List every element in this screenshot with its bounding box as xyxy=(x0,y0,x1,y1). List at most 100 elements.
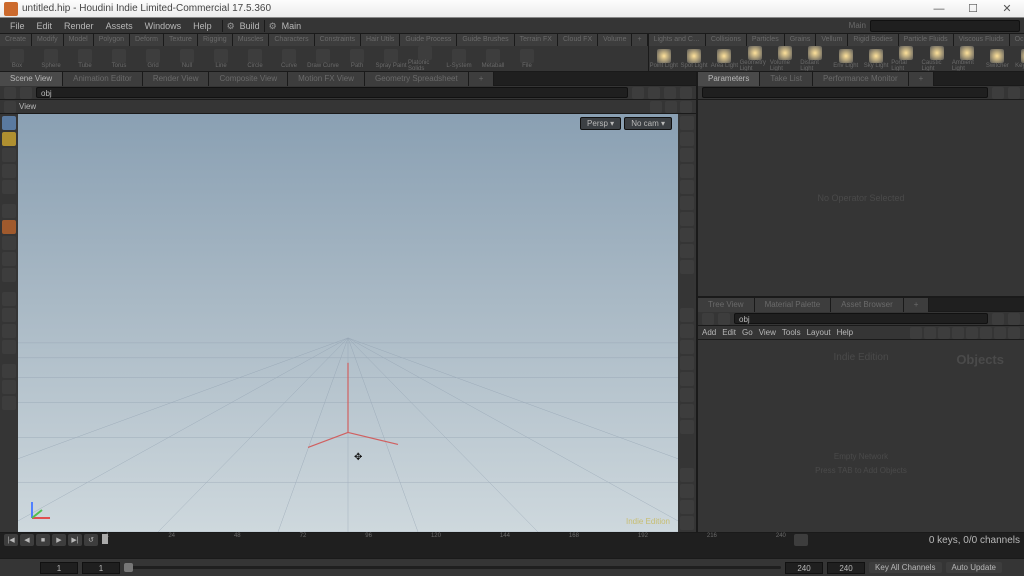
shelf-left-tab-12[interactable]: Guide Brushes xyxy=(457,34,514,46)
show-geo-button[interactable] xyxy=(680,388,694,402)
network-menu-icon[interactable] xyxy=(1008,313,1020,325)
net-tool-gear-icon[interactable] xyxy=(1008,327,1020,339)
lighting-button[interactable] xyxy=(680,148,694,162)
shelf-right-tab-8[interactable]: Oceans xyxy=(1010,34,1024,46)
view-back-icon[interactable] xyxy=(4,101,16,113)
scale-tool-button[interactable] xyxy=(2,180,16,194)
shelf-right-tab-4[interactable]: Vellum xyxy=(816,34,848,46)
shelf-tool-geometry-light[interactable]: Geometry Light xyxy=(740,46,770,71)
shelf-tool-ambient-light[interactable]: Ambient Light xyxy=(952,46,982,71)
background-button[interactable] xyxy=(680,484,694,498)
menu-help[interactable]: Help xyxy=(187,18,218,34)
shelf-tool-torus[interactable]: Torus xyxy=(102,46,136,71)
desktop-build-button[interactable]: Build xyxy=(227,21,260,31)
shelf-left-tab-5[interactable]: Texture xyxy=(164,34,198,46)
shelf-left-tab-0[interactable]: Create xyxy=(0,34,32,46)
snap-point-icon[interactable] xyxy=(650,101,662,113)
viewport[interactable]: Persp ▾ No cam ▾ ✥ Indie Edition xyxy=(18,114,678,532)
brush-tool-button[interactable] xyxy=(2,236,16,250)
shelf-left-tab-2[interactable]: Model xyxy=(64,34,94,46)
gamma-button[interactable] xyxy=(680,500,694,514)
play-stop-button[interactable]: ■ xyxy=(36,534,50,546)
key-all-channels-button[interactable]: Key All Channels xyxy=(869,562,941,573)
menu-edit[interactable]: Edit xyxy=(31,18,59,34)
param-tab-0[interactable]: Parameters xyxy=(698,72,760,86)
rotate-tool-button[interactable] xyxy=(2,164,16,178)
shelf-tool-key-light[interactable]: Key Light xyxy=(1013,46,1024,71)
wireframe-button[interactable] xyxy=(680,164,694,178)
range-end-field[interactable]: 240 xyxy=(785,562,823,574)
net-menu-go[interactable]: Go xyxy=(742,328,753,337)
pointer-tool-button[interactable] xyxy=(2,204,16,218)
pane-menu-icon[interactable] xyxy=(680,87,692,99)
global-anim-button[interactable] xyxy=(4,562,18,574)
net-tool-shape-icon[interactable] xyxy=(952,327,964,339)
timeline-track[interactable]: 124487296120144168192216240 xyxy=(100,533,792,547)
shelf-left-tab-8[interactable]: Characters xyxy=(269,34,314,46)
shelf-tool-spot-light[interactable]: Spot Light xyxy=(679,46,709,71)
shelf-tool-grid[interactable]: Grid xyxy=(136,46,170,71)
param-tab-2[interactable]: Performance Monitor xyxy=(813,72,909,86)
net-menu-add[interactable]: Add xyxy=(702,328,716,337)
auto-update-button[interactable]: Auto Update xyxy=(946,562,1002,573)
show-normals-button[interactable] xyxy=(680,244,694,258)
shelf-tool-draw-curve[interactable]: Draw Curve xyxy=(306,46,340,71)
cplane-tool-button[interactable] xyxy=(2,396,16,410)
show-uv-button[interactable] xyxy=(680,260,694,274)
net-menu-view[interactable]: View xyxy=(759,328,776,337)
hotbox-button[interactable] xyxy=(2,324,16,338)
menu-windows[interactable]: Windows xyxy=(139,18,188,34)
realtime-toggle-button[interactable] xyxy=(794,534,808,546)
network-tab-1[interactable]: Material Palette xyxy=(755,298,832,312)
ghost-button[interactable] xyxy=(680,180,694,194)
shelf-left-tab-3[interactable]: Polygon xyxy=(94,34,130,46)
net-menu-help[interactable]: Help xyxy=(837,328,853,337)
maximize-button[interactable]: ☐ xyxy=(956,0,990,17)
scene-tab-6[interactable]: + xyxy=(469,72,495,86)
lasso-select-button[interactable] xyxy=(2,292,16,306)
help-search-input[interactable] xyxy=(870,20,1020,32)
materials-button[interactable] xyxy=(680,212,694,226)
shelf-tool-null[interactable]: Null xyxy=(170,46,204,71)
scene-tab-0[interactable]: Scene View xyxy=(0,72,63,86)
net-tool-netbox-icon[interactable] xyxy=(980,327,992,339)
shelf-tool-distant-light[interactable]: Distant Light xyxy=(800,46,830,71)
shelf-tool-portal-light[interactable]: Portal Light xyxy=(891,46,921,71)
network-pin-icon[interactable] xyxy=(992,313,1004,325)
shelf-right-tab-0[interactable]: Lights and C… xyxy=(649,34,706,46)
select-geo-tool-button[interactable] xyxy=(2,132,16,146)
shelf-tool-l-system[interactable]: L-System xyxy=(442,46,476,71)
net-menu-edit[interactable]: Edit xyxy=(722,328,736,337)
path-home-icon[interactable] xyxy=(20,87,32,99)
shelf-right-tab-6[interactable]: Particle Fluids xyxy=(899,34,954,46)
shelf-left-tab-11[interactable]: Guide Process xyxy=(400,34,457,46)
chop-button[interactable] xyxy=(22,562,36,574)
network-tab-3[interactable]: + xyxy=(904,298,930,312)
play-first-button[interactable]: |◀ xyxy=(4,534,18,546)
param-tab-3[interactable]: + xyxy=(909,72,935,86)
show-handles-button[interactable] xyxy=(680,420,694,434)
show-guide-button[interactable] xyxy=(680,404,694,418)
shelf-tool-file[interactable]: File xyxy=(510,46,544,71)
play-last-button[interactable]: ▶| xyxy=(68,534,82,546)
shelf-left-tab-14[interactable]: Cloud FX xyxy=(558,34,598,46)
shelf-left-tab-7[interactable]: Muscles xyxy=(233,34,270,46)
desktop-main-button[interactable]: Main xyxy=(269,21,302,31)
shading-mode-button[interactable] xyxy=(680,132,694,146)
shelf-tool-switcher[interactable]: Switcher xyxy=(982,46,1012,71)
shelf-tool-caustic-light[interactable]: Caustic Light xyxy=(922,46,952,71)
inspect-tool-button[interactable] xyxy=(2,268,16,282)
handle-tool-button[interactable] xyxy=(2,220,16,234)
add-pane-icon[interactable] xyxy=(664,87,676,99)
net-tool-snapshot-icon[interactable] xyxy=(994,327,1006,339)
shelf-left-tab-13[interactable]: Terrain FX xyxy=(515,34,558,46)
network-home-icon[interactable] xyxy=(718,313,730,325)
timeline-playhead[interactable] xyxy=(102,534,108,544)
show-points-button[interactable] xyxy=(680,228,694,242)
display-options-button[interactable] xyxy=(680,116,694,130)
minimize-button[interactable]: — xyxy=(922,0,956,17)
shelf-tool-tube[interactable]: Tube xyxy=(68,46,102,71)
color-correct-button[interactable] xyxy=(680,468,694,482)
shelf-tool-spray-paint[interactable]: Spray Paint xyxy=(374,46,408,71)
net-menu-layout[interactable]: Layout xyxy=(807,328,831,337)
